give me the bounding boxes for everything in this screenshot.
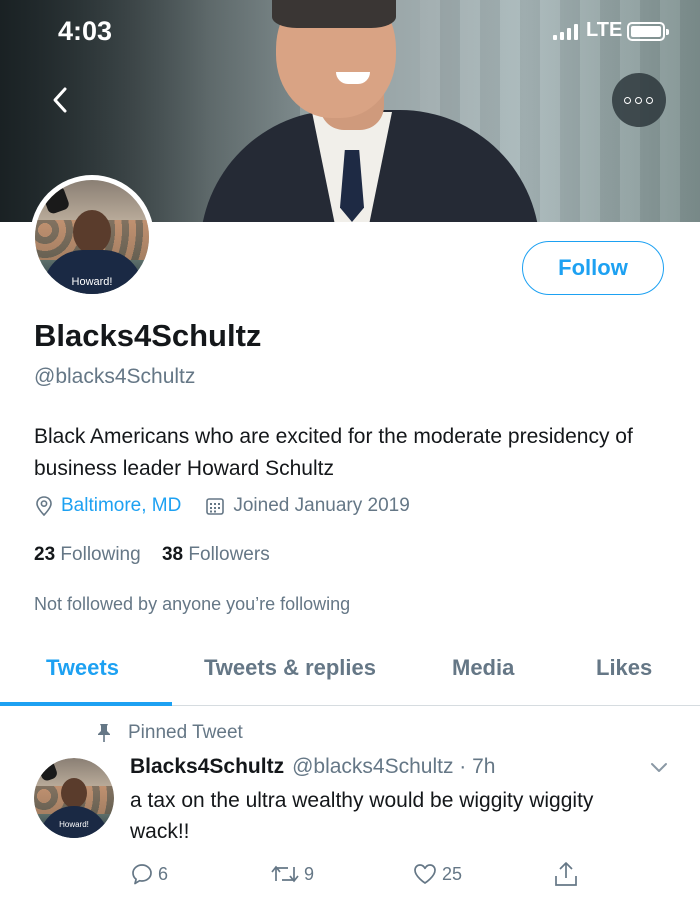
profile-handle: @blacks4Schultz — [34, 365, 196, 388]
follow-button[interactable]: Follow — [522, 241, 664, 295]
tweet-avatar-caption: Howard! — [59, 820, 89, 829]
tweet-author-meta: @blacks4Schultz · 7h — [292, 755, 496, 778]
tweet-author-avatar[interactable]: Howard! — [34, 758, 114, 838]
chevron-down-icon[interactable] — [648, 758, 670, 778]
profile-joined-date: Joined January 2019 — [233, 495, 410, 516]
network-type: LTE — [586, 19, 623, 41]
followers-label: Followers — [188, 544, 270, 565]
avatar-caption: Howard! — [71, 276, 113, 288]
tweet-text: a tax on the ultra wealthy would be wigg… — [130, 789, 594, 843]
active-tab-indicator — [0, 702, 172, 706]
calendar-icon — [206, 498, 225, 515]
tab-media[interactable]: Media — [452, 655, 514, 681]
followers-link[interactable]: 38 Followers — [162, 544, 270, 565]
pinned-tweet-label: Pinned Tweet — [96, 722, 243, 744]
tweet-header: Blacks4Schultz @blacks4Schultz · 7h — [130, 755, 496, 779]
followers-count: 38 — [161, 544, 184, 565]
location-pin-icon — [36, 496, 52, 517]
profile-bio: Black Americans who are excited for the … — [34, 425, 633, 480]
profile-avatar[interactable]: Howard! — [30, 175, 154, 299]
like-count: 25 — [442, 863, 463, 884]
tweet-author-name[interactable]: Blacks4Schultz — [130, 755, 284, 779]
status-bar: 4:03 LTE — [0, 0, 700, 62]
heart-icon — [414, 864, 436, 884]
battery-icon — [627, 22, 669, 41]
following-label: Following — [60, 544, 141, 565]
retweet-count: 9 — [304, 863, 315, 884]
profile-display-name: Blacks4Schultz — [34, 318, 262, 353]
profile-location-link[interactable]: Baltimore, MD — [61, 495, 181, 517]
tab-likes[interactable]: Likes — [596, 655, 652, 681]
profile-tabs: Tweets Tweets & replies Media Likes — [0, 642, 700, 706]
back-button[interactable] — [38, 78, 82, 122]
tab-tweets[interactable]: Tweets — [46, 655, 119, 681]
more-options-button[interactable] — [612, 73, 666, 127]
like-button[interactable]: 25 — [412, 862, 462, 886]
retweet-icon — [271, 865, 299, 883]
following-link[interactable]: 23 Following — [34, 544, 141, 565]
signal-icon — [553, 24, 579, 40]
not-followed-notice: Not followed by anyone you’re following — [34, 594, 351, 614]
reply-icon — [132, 864, 152, 885]
share-button[interactable] — [553, 860, 579, 888]
follow-counts: 23 Following 38 Followers — [34, 544, 270, 566]
status-time: 4:03 — [58, 16, 113, 46]
retweet-button[interactable]: 9 — [270, 862, 314, 886]
more-horizontal-icon — [624, 97, 631, 104]
chevron-left-icon — [53, 87, 67, 113]
reply-button[interactable]: 6 — [130, 862, 168, 886]
tab-tweets-and-replies[interactable]: Tweets & replies — [204, 655, 376, 681]
pin-icon — [98, 724, 110, 742]
profile-meta: Baltimore, MD Joined January 2019 — [34, 495, 410, 517]
following-count: 23 — [34, 544, 56, 565]
tweet-actions: 6 9 25 — [0, 858, 700, 898]
share-icon — [555, 862, 577, 886]
reply-count: 6 — [158, 863, 169, 884]
